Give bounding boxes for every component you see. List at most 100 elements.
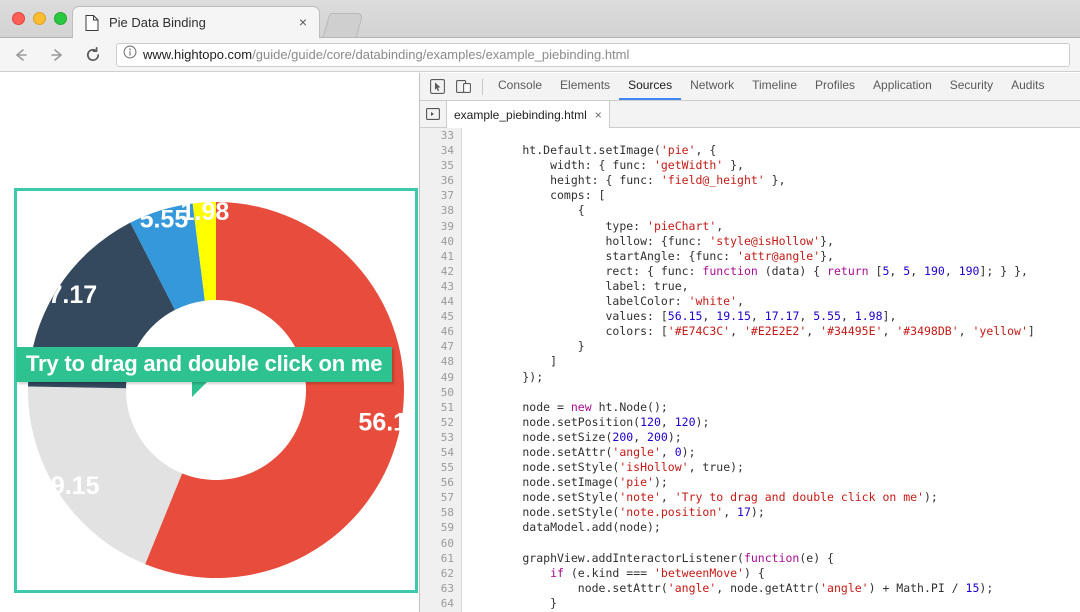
source-file-tab[interactable]: example_piebinding.html × [446, 101, 610, 128]
editor-line-number: 42 [440, 264, 454, 278]
editor-code-line: } [467, 339, 585, 354]
editor-code-line: node = new ht.Node(); [467, 399, 668, 414]
editor-line-number: 52 [440, 415, 454, 429]
source-code-editor[interactable]: 33 34 35 36 37 38 39 40 41 42 43 44 45 46 47 48 49 50 51 52… [420, 128, 1080, 612]
close-icon[interactable]: × [595, 108, 602, 122]
devtools-file-tabbar: example_piebinding.html × [420, 101, 1080, 128]
url-host: www.hightopo.com [143, 47, 253, 62]
editor-line-number: 47 [440, 340, 454, 354]
editor-line-number: 34 [440, 144, 454, 158]
source-file-name: example_piebinding.html [454, 107, 587, 122]
devtools-tab-network[interactable]: Network [681, 73, 743, 100]
editor-code-line: values: [56.15, 19.15, 17.17, 5.55, 1.98… [467, 309, 897, 324]
editor-code-line: node.setStyle('note.position', 17); [467, 505, 765, 520]
editor-line-number: 50 [440, 385, 454, 399]
title-bar: Pie Data Binding × [0, 0, 1080, 38]
devtools-tab-audits[interactable]: Audits [1002, 73, 1053, 100]
editor-line-number: 45 [440, 310, 454, 324]
page-icon [85, 14, 99, 31]
node-note-text: Try to drag and double click on me [26, 351, 383, 376]
editor-line-number: 40 [440, 234, 454, 248]
maximize-window-button[interactable] [54, 12, 67, 25]
close-icon[interactable]: × [295, 14, 311, 31]
editor-code-line: } [467, 595, 558, 610]
toolbar-divider [482, 78, 483, 95]
address-bar[interactable]: www.hightopo.com/guide/guide/core/databi… [116, 42, 1070, 67]
editor-code-line: node.setImage('pie'); [467, 475, 668, 490]
devtools-tab-timeline[interactable]: Timeline [743, 73, 806, 100]
devtools-panel: Console Elements Sources Network Timelin… [419, 73, 1080, 612]
editor-code-area[interactable]: ht.Default.setImage('pie', { width: { fu… [463, 128, 1080, 612]
browser-window: Pie Data Binding × www.hightopo.com/guid… [0, 0, 1080, 612]
editor-line-number: 61 [440, 551, 454, 565]
editor-code-line [463, 536, 1080, 551]
editor-code-line: node.setAttr('angle', 0); [467, 444, 696, 459]
editor-line-number: 36 [440, 174, 454, 188]
editor-code-line: hollow: {func: 'style@isHollow'}, [467, 233, 834, 248]
editor-line-number: 43 [440, 279, 454, 293]
devtools-tab-console[interactable]: Console [489, 73, 551, 100]
editor-line-number: 55 [440, 461, 454, 475]
editor-line-number: 60 [440, 536, 454, 550]
back-icon[interactable] [6, 40, 36, 70]
editor-code-line: label: true, [467, 278, 689, 293]
forward-icon[interactable] [42, 40, 72, 70]
reload-icon[interactable] [78, 40, 108, 70]
url-path: /guide/guide/core/databinding/examples/e… [252, 47, 630, 62]
editor-code-line: startAngle: {func: 'attr@angle'}, [467, 248, 834, 263]
graph-view[interactable]: 56.1519.1517.175.551.98 Try to drag and … [0, 73, 418, 612]
editor-line-number: 37 [440, 189, 454, 203]
devtools-tabbar: Console Elements Sources Network Timelin… [420, 73, 1080, 101]
editor-code-line: { [467, 203, 585, 218]
browser-tab-title: Pie Data Binding [109, 15, 206, 30]
editor-line-number: 38 [440, 204, 454, 218]
node-selection-border [14, 188, 418, 593]
devtools-tab-application[interactable]: Application [864, 73, 941, 100]
new-tab-button[interactable] [322, 13, 364, 38]
editor-line-number: 41 [440, 249, 454, 263]
editor-code-line: node.setAttr('angle', node.getAttr('angl… [467, 580, 994, 595]
editor-code-line: ht.Default.setImage('pie', { [467, 143, 717, 158]
editor-line-number: 57 [440, 491, 454, 505]
editor-code-line: dataModel.add(node); [467, 520, 661, 535]
editor-code-line: comps: [ [467, 188, 606, 203]
editor-line-number: 48 [440, 355, 454, 369]
node-note-bubble[interactable]: Try to drag and double click on me [16, 347, 393, 382]
minimize-window-button[interactable] [33, 12, 46, 25]
devtools-tab-elements[interactable]: Elements [551, 73, 619, 100]
editor-line-number: 46 [440, 325, 454, 339]
address-bar-url: www.hightopo.com/guide/guide/core/databi… [143, 47, 629, 62]
close-window-button[interactable] [12, 12, 25, 25]
editor-code-line: node.setStyle('note', 'Try to drag and d… [467, 490, 938, 505]
editor-line-numbers: 33 34 35 36 37 38 39 40 41 42 43 44 45 46 47 48 49 50 51 52… [420, 128, 462, 612]
editor-line-number: 64 [440, 596, 454, 610]
window-controls [12, 12, 67, 25]
editor-line-number: 35 [440, 159, 454, 173]
editor-code-line: node.setSize(200, 200); [467, 429, 682, 444]
editor-code-line: if (e.kind === 'betweenMove') { [550, 565, 765, 580]
editor-line-number: 62 [440, 566, 454, 580]
devtools-tab-profiles[interactable]: Profiles [806, 73, 864, 100]
editor-code-line: width: { func: 'getWidth' }, [467, 158, 744, 173]
browser-toolbar: www.hightopo.com/guide/guide/core/databi… [0, 38, 1080, 72]
device-toolbar-icon[interactable] [450, 76, 476, 98]
editor-code-line: }); [467, 369, 544, 384]
editor-code-line: ] [467, 354, 558, 369]
info-icon[interactable] [123, 45, 137, 64]
editor-line-number: 33 [440, 129, 454, 142]
page-viewport: 56.1519.1517.175.551.98 Try to drag and … [0, 73, 418, 612]
navigator-toggle-icon[interactable] [420, 101, 446, 127]
editor-code-line: type: 'pieChart', [467, 218, 724, 233]
devtools-tab-sources[interactable]: Sources [619, 73, 682, 100]
editor-code-line: rect: { func: function (data) { return [… [467, 263, 1028, 278]
editor-code-line: graphView.addInteractorListener(function… [467, 550, 834, 565]
editor-line-number: 53 [440, 430, 454, 444]
editor-line-number: 44 [440, 295, 454, 309]
browser-tab[interactable]: Pie Data Binding × [72, 6, 320, 38]
editor-code-line: colors: ['#E74C3C', '#E2E2E2', '#34495E'… [467, 324, 1035, 339]
editor-line-number: 51 [440, 400, 454, 414]
inspect-element-icon[interactable] [424, 76, 450, 98]
editor-line-number: 58 [440, 506, 454, 520]
devtools-tab-security[interactable]: Security [941, 73, 1002, 100]
editor-code-line: labelColor: 'white', [467, 294, 744, 309]
